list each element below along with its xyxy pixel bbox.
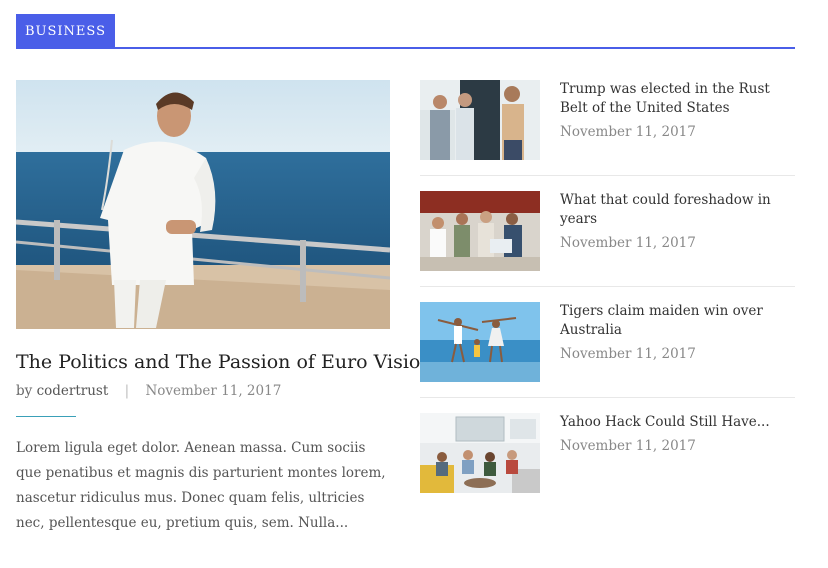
- divider: [420, 397, 795, 398]
- featured-title[interactable]: The Politics and The Passion of Euro Vis…: [16, 351, 442, 373]
- divider: [420, 175, 795, 176]
- side-post-1-date[interactable]: November 11, 2017: [560, 124, 798, 140]
- author-link[interactable]: codertrust: [37, 383, 109, 399]
- featured-meta: by codertrust | November 11, 2017: [16, 383, 281, 399]
- side-post-4-thumbnail[interactable]: [420, 413, 540, 493]
- side-post-2-title[interactable]: What that could foreshadow in years: [560, 191, 798, 229]
- side-post-2-thumbnail[interactable]: [420, 191, 540, 271]
- side-post-1-thumbnail[interactable]: [420, 80, 540, 160]
- divider: [420, 286, 795, 287]
- side-post-4-title[interactable]: Yahoo Hack Could Still Have...: [560, 413, 798, 432]
- meta-separator: |: [124, 383, 130, 399]
- featured-excerpt: Lorem ligula eget dolor. Aenean massa. C…: [16, 440, 386, 531]
- side-post-4-text: Yahoo Hack Could Still Have... November …: [560, 413, 798, 454]
- side-post-3-date[interactable]: November 11, 2017: [560, 346, 798, 362]
- featured-post: [16, 80, 390, 329]
- featured-date[interactable]: November 11, 2017: [145, 383, 281, 399]
- side-post-3-thumbnail[interactable]: [420, 302, 540, 382]
- by-label: by: [16, 383, 33, 399]
- featured-image[interactable]: [16, 80, 390, 329]
- section-header: BUSINESS: [16, 14, 795, 49]
- side-post-2-text: What that could foreshadow in years Nove…: [560, 191, 798, 251]
- side-post-2-date[interactable]: November 11, 2017: [560, 235, 798, 251]
- side-post-3-text: Tigers claim maiden win over Australia N…: [560, 302, 798, 362]
- side-post-1-title[interactable]: Trump was elected in the Rust Belt of th…: [560, 80, 798, 118]
- title-accent-line: [16, 416, 76, 417]
- side-post-4-date[interactable]: November 11, 2017: [560, 438, 798, 454]
- section-tab-business[interactable]: BUSINESS: [16, 14, 115, 49]
- side-post-3-title[interactable]: Tigers claim maiden win over Australia: [560, 302, 798, 340]
- side-post-1-text: Trump was elected in the Rust Belt of th…: [560, 80, 798, 140]
